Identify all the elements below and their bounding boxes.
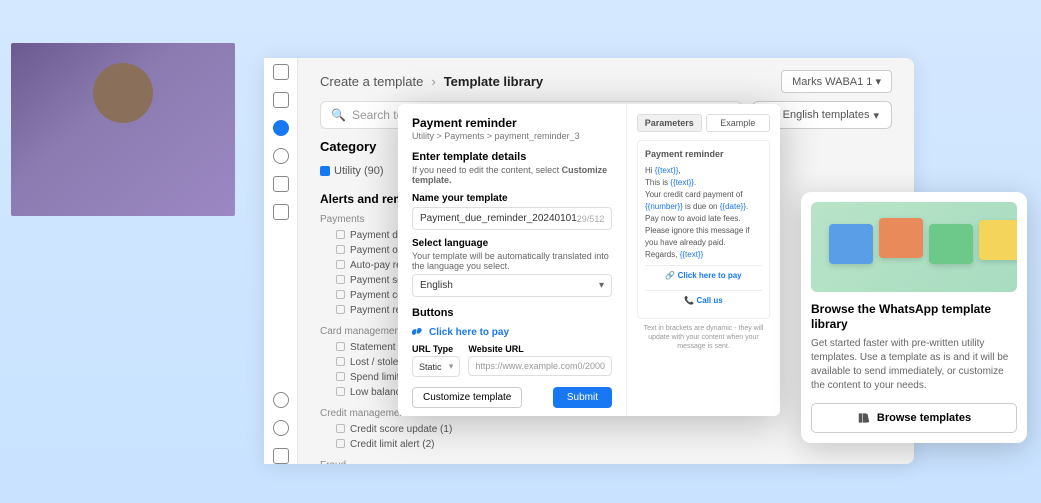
account-selector[interactable]: Marks WABA1 1 ▾ <box>781 70 892 93</box>
globe-icon[interactable] <box>273 148 289 164</box>
details-heading: Enter template details <box>412 151 612 163</box>
promo-card: Browse the WhatsApp template library Get… <box>801 192 1027 443</box>
breadcrumb-current: Template library <box>444 74 543 89</box>
help-icon[interactable] <box>273 420 289 436</box>
briefcase-icon[interactable] <box>273 204 289 220</box>
collapse-icon[interactable] <box>273 448 289 464</box>
templates-icon[interactable] <box>273 120 289 136</box>
menu-icon[interactable] <box>273 92 289 108</box>
url-type-select[interactable]: Static▾ <box>412 356 460 377</box>
modal-subtitle: Utility > Payments > payment_reminder_3 <box>412 131 612 141</box>
preview-call-link: 📞 Call us <box>645 290 762 311</box>
library-icon <box>857 411 871 425</box>
lang-help: Your template will be automatically tran… <box>412 251 612 271</box>
button-click-to-pay[interactable]: Click here to pay <box>412 327 612 338</box>
website-url-label: Website URL <box>468 344 612 354</box>
promo-title: Browse the WhatsApp template library <box>811 302 1017 333</box>
lang-select[interactable]: English▾ <box>412 274 612 297</box>
template-modal: Payment reminder Utility > Payments > pa… <box>398 104 780 416</box>
category-item[interactable]: Credit limit alert (2) <box>320 437 468 452</box>
submit-button[interactable]: Submit <box>553 387 612 408</box>
link-icon <box>412 327 423 338</box>
chevron-right-icon: › <box>431 74 435 89</box>
promo-illustration <box>811 202 1017 292</box>
customize-button[interactable]: Customize template <box>412 387 522 408</box>
checkbox-icon <box>320 166 330 176</box>
tab-example[interactable]: Example <box>706 114 771 132</box>
preview-pay-link: 🔗 Click here to pay <box>645 265 762 286</box>
side-rail <box>264 58 298 464</box>
name-label: Name your template <box>412 193 612 204</box>
cube-icon[interactable] <box>273 176 289 192</box>
tab-parameters[interactable]: Parameters <box>637 114 702 132</box>
presenter-video <box>11 43 235 216</box>
breadcrumb: Create a template › Template library Mar… <box>298 58 914 101</box>
modal-title: Payment reminder <box>412 116 612 130</box>
details-help: If you need to edit the content, select … <box>412 165 612 185</box>
settings-icon[interactable] <box>273 392 289 408</box>
breadcrumb-parent[interactable]: Create a template <box>320 74 423 89</box>
category-group: Fraud <box>320 460 468 464</box>
browse-templates-button[interactable]: Browse templates <box>811 403 1017 433</box>
lang-label: Select language <box>412 238 612 249</box>
name-input[interactable]: Payment_due_reminder_2024010129/512 <box>412 207 612 230</box>
category-item[interactable]: Credit score update (1) <box>320 422 468 437</box>
home-icon[interactable] <box>273 64 289 80</box>
url-type-label: URL Type <box>412 344 460 354</box>
preview-note: Text in brackets are dynamic - they will… <box>637 324 770 351</box>
buttons-heading: Buttons <box>412 307 612 319</box>
promo-body: Get started faster with pre-written util… <box>811 337 1017 393</box>
template-preview: Payment reminder Hi {{text}}, This is {{… <box>637 140 770 319</box>
website-url-input[interactable]: https://www.example.com0/2000 <box>468 356 612 376</box>
